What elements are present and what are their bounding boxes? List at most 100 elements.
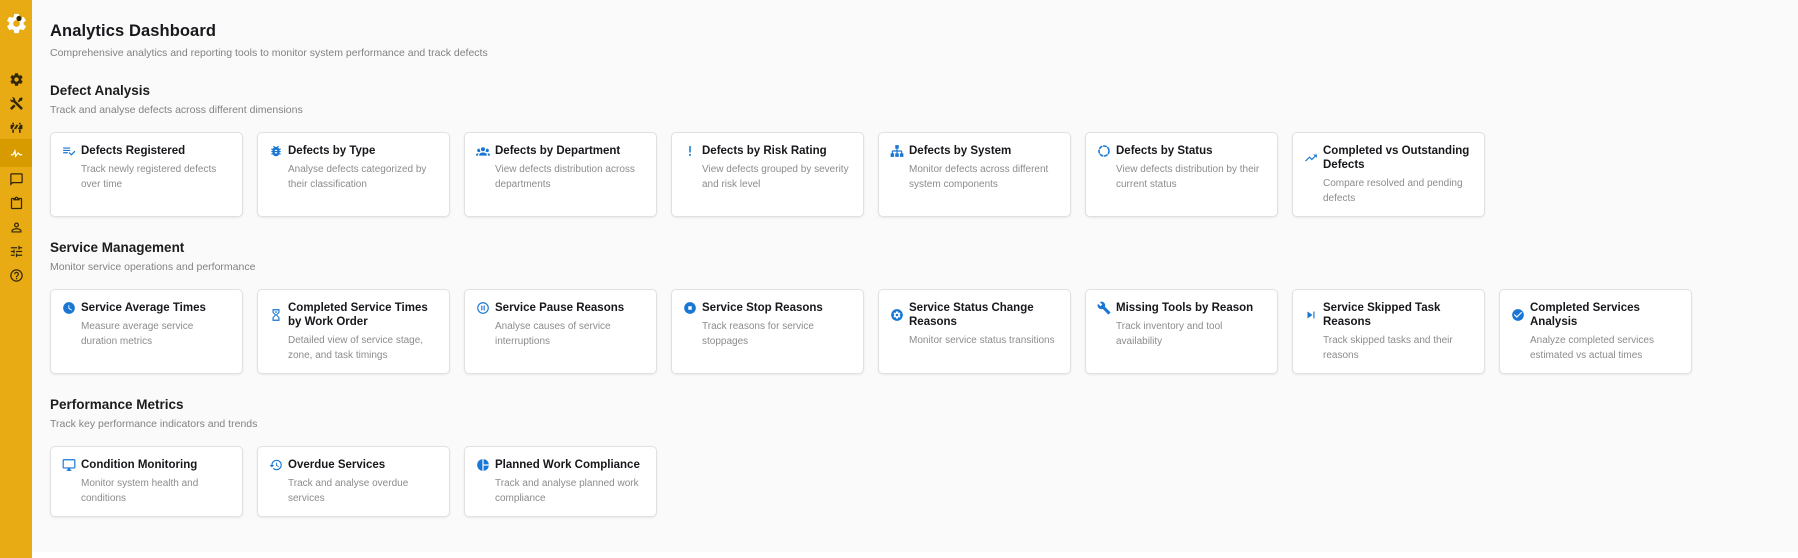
app-logo-icon [6, 13, 26, 33]
card-description: View defects distribution across departm… [495, 164, 635, 190]
card-header: Completed Service Times by Work Order [269, 301, 437, 329]
cog-circle-icon [891, 309, 903, 321]
card-service-pause-reasons[interactable]: Service Pause Reasons Analyse causes of … [464, 289, 657, 374]
card-description: Track newly registered defects over time [81, 164, 217, 190]
card-description: View defects grouped by severity and ris… [702, 164, 849, 190]
card-header: Defects by Type [269, 144, 437, 158]
horizontal-scrollbar[interactable] [32, 552, 1798, 558]
sidebar-item-gear[interactable] [0, 67, 32, 91]
card-description: Compare resolved and pending defects [1323, 178, 1463, 204]
tools-icon [9, 96, 23, 110]
card-completed-service-times-by-work-order[interactable]: Completed Service Times by Work Order De… [257, 289, 450, 374]
pulse-icon [10, 148, 22, 158]
sidebar-item-analytics[interactable] [0, 139, 32, 167]
card-title: Completed Services Analysis [1530, 302, 1640, 328]
sidebar-item-user[interactable] [0, 215, 32, 239]
pause-circle-icon-wrap [476, 301, 490, 315]
card-description: Track skipped tasks and their reasons [1323, 335, 1453, 361]
card-header: Completed vs Outstanding Defects [1304, 144, 1472, 172]
card-service-stop-reasons[interactable]: Service Stop Reasons Track reasons for s… [671, 289, 864, 374]
card-planned-work-compliance[interactable]: Planned Work Compliance Track and analys… [464, 446, 657, 517]
card-defects-by-status[interactable]: Defects by Status View defects distribut… [1085, 132, 1278, 217]
skip-next-icon-wrap [1304, 308, 1318, 322]
section-defect-analysis: Defect Analysis Track and analyse defect… [50, 82, 1780, 217]
card-title: Planned Work Compliance [495, 459, 640, 471]
sidebar-item-help[interactable] [0, 263, 32, 287]
card-description: Monitor service status transitions [909, 335, 1055, 346]
cog-icon [9, 72, 23, 86]
card-title: Service Average Times [81, 302, 206, 314]
sidebar-item-tools[interactable] [0, 91, 32, 115]
card-header: Condition Monitoring [62, 458, 230, 472]
card-defects-by-type[interactable]: Defects by Type Analyse defects categori… [257, 132, 450, 217]
card-description: Track and analyse overdue services [288, 478, 409, 504]
skip-next-icon [1307, 311, 1315, 319]
bug-icon [271, 145, 281, 157]
card-title: Condition Monitoring [81, 459, 198, 471]
card-title: Defects by System [909, 145, 1012, 157]
card-row: Defects Registered Track newly registere… [50, 132, 1780, 217]
trending-up-icon [1305, 154, 1317, 162]
main-content: Analytics Dashboard Comprehensive analyt… [32, 0, 1798, 517]
card-service-skipped-task-reasons[interactable]: Service Skipped Task Reasons Track skipp… [1292, 289, 1485, 374]
card-description: Monitor system health and conditions [81, 478, 199, 504]
sidebar-item-barrier[interactable] [0, 115, 32, 139]
sidebar [0, 0, 32, 558]
card-defects-by-system[interactable]: Defects by System Monitor defects across… [878, 132, 1071, 217]
sitemap-icon-wrap [890, 144, 904, 158]
clipboard-icon [10, 196, 22, 209]
sections-container: Defect Analysis Track and analyse defect… [50, 82, 1780, 517]
card-defects-by-risk-rating[interactable]: Defects by Risk Rating View defects grou… [671, 132, 864, 217]
card-title: Defects Registered [81, 145, 186, 157]
history-clock-icon [269, 459, 282, 471]
section-performance-metrics: Performance Metrics Track key performanc… [50, 396, 1780, 517]
clock-icon [63, 302, 75, 314]
section-title: Performance Metrics [50, 397, 184, 412]
history-clock-icon-wrap [269, 458, 283, 472]
chat-icon [9, 172, 23, 186]
card-description: Measure average service duration metrics [81, 321, 194, 347]
card-title: Overdue Services [288, 459, 386, 471]
card-title: Service Skipped Task Reasons [1323, 302, 1441, 328]
card-description: Track and analyse planned work complianc… [495, 478, 639, 504]
card-completed-services-analysis[interactable]: Completed Services Analysis Analyze comp… [1499, 289, 1692, 374]
sidebar-item-chat[interactable] [0, 167, 32, 191]
card-defects-registered[interactable]: Defects Registered Track newly registere… [50, 132, 243, 217]
sidebar-item-clipboard[interactable] [0, 191, 32, 215]
playlist-check-icon [63, 147, 76, 156]
card-description: View defects distribution by their curre… [1116, 164, 1260, 190]
person-icon [11, 222, 21, 232]
card-service-status-change-reasons[interactable]: Service Status Change Reasons Monitor se… [878, 289, 1071, 374]
pause-circle-icon [477, 302, 489, 314]
card-header: Planned Work Compliance [476, 458, 644, 472]
sidebar-item-settings[interactable] [0, 239, 32, 263]
card-missing-tools-by-reason[interactable]: Missing Tools by Reason Track inventory … [1085, 289, 1278, 374]
card-defects-by-department[interactable]: Defects by Department View defects distr… [464, 132, 657, 217]
tune-icon [10, 245, 22, 257]
pie-chart-icon-wrap [476, 458, 490, 472]
stop-circle-icon-wrap [683, 301, 697, 315]
card-condition-monitoring[interactable]: Condition Monitoring Monitor system heal… [50, 446, 243, 517]
card-title: Service Pause Reasons [495, 302, 625, 314]
card-service-average-times[interactable]: Service Average Times Measure average se… [50, 289, 243, 374]
bug-icon-wrap [269, 144, 283, 158]
card-header: Completed Services Analysis [1511, 301, 1679, 329]
section-subtitle: Track and analyse defects across differe… [50, 104, 303, 116]
page-title: Analytics Dashboard [50, 22, 217, 40]
app-logo[interactable] [4, 11, 28, 35]
section-title: Service Management [50, 240, 185, 255]
card-completed-vs-outstanding-defects[interactable]: Completed vs Outstanding Defects Compare… [1292, 132, 1485, 217]
card-title: Defects by Department [495, 145, 621, 157]
card-header: Defects by Department [476, 144, 644, 158]
section-service-management: Service Management Monitor service opera… [50, 239, 1780, 374]
card-title: Defects by Type [288, 145, 376, 157]
check-circle-icon-wrap [1511, 308, 1525, 322]
card-title: Defects by Status [1116, 145, 1213, 157]
card-header: Service Skipped Task Reasons [1304, 301, 1472, 329]
card-description: Monitor defects across different system … [909, 164, 1049, 190]
card-overdue-services[interactable]: Overdue Services Track and analyse overd… [257, 446, 450, 517]
help-icon [9, 268, 23, 282]
sitemap-icon [890, 145, 904, 157]
status-circle-icon [1098, 145, 1110, 157]
people-group-icon-wrap [476, 144, 490, 158]
